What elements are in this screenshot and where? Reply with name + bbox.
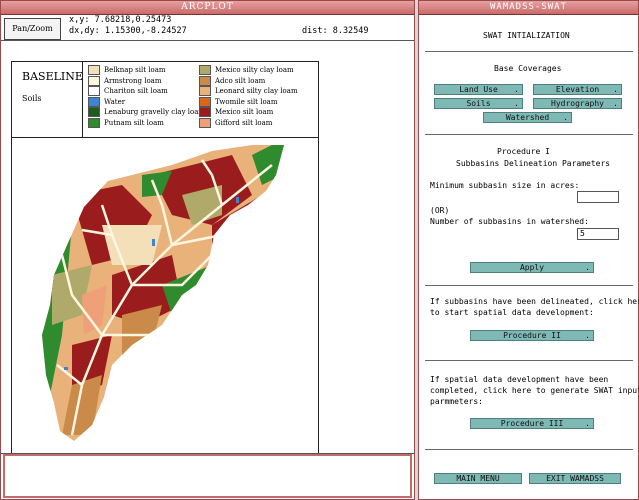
land-use-button[interactable]: Land Use. bbox=[434, 84, 523, 95]
legend-item-label: Mexico silty clay loam bbox=[215, 66, 294, 74]
legend-item: Adco silt loam bbox=[199, 75, 266, 86]
procedure-2-text-1: If subbasins have been delineated, click… bbox=[430, 297, 639, 306]
legend-item: Mexico silty clay loam bbox=[199, 65, 294, 75]
legend-item-label: Adco silt loam bbox=[215, 76, 266, 85]
legend-item-label: Lenaburg gravelly clay loam bbox=[104, 108, 206, 116]
procedure-3-button-label: Procedure III bbox=[500, 419, 564, 428]
legend-item-label: Chariton silt loam bbox=[104, 87, 168, 95]
arcplot-window: ARCPLOT Pan/Zoom x,y: 7.68218,0.25473 dx… bbox=[0, 0, 415, 500]
exit-wamadss-button-label: EXIT WAMADSS bbox=[546, 474, 604, 483]
legend-item-label: Belknap silt loam bbox=[104, 66, 166, 74]
legend-swatch bbox=[88, 65, 100, 75]
divider-4 bbox=[425, 360, 633, 361]
legend-item-label: Gifford silt loam bbox=[215, 118, 273, 127]
soil-polygons bbox=[42, 145, 284, 441]
legend-item-label: Water bbox=[104, 97, 126, 106]
procedure-2-button[interactable]: Procedure II. bbox=[470, 330, 594, 341]
coordinate-readout: x,y: 7.68218,0.25473 dx,dy: 1.15300,-8.2… bbox=[69, 15, 187, 37]
wamadss-titlebar[interactable]: WAMADSS-SWAT bbox=[419, 1, 638, 15]
procedure-3-text-1: If spatial data development have been bbox=[430, 375, 609, 384]
exit-wamadss-button[interactable]: EXIT WAMADSS bbox=[529, 473, 621, 484]
legend-swatch bbox=[199, 75, 211, 86]
soils-legend: BASELINE Soils Belknap silt loam Armstron… bbox=[11, 61, 319, 138]
legend-item: Gifford silt loam bbox=[199, 117, 273, 128]
legend-swatch bbox=[199, 96, 211, 107]
procedure-1-subtitle: Subbasins Delineation Parameters bbox=[456, 159, 611, 168]
elevation-button[interactable]: Elevation. bbox=[533, 84, 622, 95]
legend-item-label: Leonard silty clay loam bbox=[215, 87, 298, 95]
legend-item: Lenaburg gravelly clay loam bbox=[88, 107, 205, 117]
legend-title: BASELINE bbox=[22, 70, 83, 83]
map-frame[interactable] bbox=[11, 135, 319, 453]
legend-swatch bbox=[88, 117, 100, 128]
divider-2 bbox=[425, 134, 633, 135]
swat-init-heading: SWAT INTIALIZATION bbox=[483, 31, 570, 40]
xy-readout: x,y: 7.68218,0.25473 bbox=[69, 15, 172, 25]
land-use-button-label: Land Use bbox=[459, 85, 498, 94]
main-menu-button[interactable]: MAIN MENU bbox=[434, 473, 522, 484]
arcplot-titlebar[interactable]: ARCPLOT bbox=[1, 1, 414, 15]
watershed-button[interactable]: Watershed. bbox=[483, 112, 572, 123]
or-label: (OR) bbox=[430, 206, 450, 215]
soils-button[interactable]: Soils. bbox=[434, 98, 523, 109]
divider-5 bbox=[425, 449, 633, 450]
num-subbasins-input[interactable]: 5 bbox=[577, 228, 619, 240]
legend-item: Armstrong loam bbox=[88, 75, 162, 86]
procedure-2-text-2: to start spatial data development: bbox=[430, 308, 594, 317]
watershed-button-label: Watershed bbox=[505, 113, 550, 122]
watershed-soils-map[interactable] bbox=[12, 135, 318, 453]
pan-zoom-button[interactable]: Pan/Zoom bbox=[4, 18, 61, 40]
legend-swatch bbox=[199, 117, 211, 128]
legend-divider bbox=[82, 62, 83, 137]
hydrography-button-label: Hydrography bbox=[551, 99, 604, 108]
distance-readout: dist: 8.32549 bbox=[302, 26, 369, 36]
num-subbasins-label: Number of subbasins in watershed: bbox=[430, 217, 589, 226]
legend-item: Leonard silty clay loam bbox=[199, 86, 298, 96]
base-coverages-label: Base Coverages bbox=[494, 64, 562, 73]
procedure-3-text-3: parmmeters: bbox=[430, 397, 483, 406]
legend-swatch bbox=[199, 65, 211, 75]
apply-button-label: Apply bbox=[519, 263, 545, 272]
command-area[interactable] bbox=[3, 454, 412, 498]
divider-3 bbox=[425, 285, 633, 286]
min-subbasin-size-input[interactable] bbox=[577, 191, 619, 203]
legend-item-label: Mexico silt loam bbox=[215, 108, 274, 116]
dxdy-readout: dx,dy: 1.15300,-8.24527 bbox=[69, 26, 187, 36]
legend-subtitle: Soils bbox=[22, 94, 42, 103]
main-menu-button-label: MAIN MENU bbox=[456, 474, 500, 483]
legend-swatch bbox=[199, 86, 211, 96]
procedure-2-button-label: Procedure II bbox=[503, 331, 561, 340]
legend-swatch bbox=[88, 86, 100, 96]
legend-item: Twomile silt loam bbox=[199, 96, 278, 107]
legend-swatch bbox=[88, 107, 100, 117]
legend-item-label: Putnam silt loam bbox=[104, 118, 164, 127]
header-divider bbox=[1, 40, 414, 41]
legend-item: Chariton silt loam bbox=[88, 86, 168, 96]
elevation-button-label: Elevation bbox=[555, 85, 600, 94]
legend-item: Belknap silt loam bbox=[88, 65, 166, 75]
legend-item: Water bbox=[88, 96, 126, 107]
legend-item: Mexico silt loam bbox=[199, 107, 273, 117]
procedure-1-title: Procedure I bbox=[497, 147, 550, 156]
legend-item: Putnam silt loam bbox=[88, 117, 164, 128]
divider-1 bbox=[425, 51, 633, 52]
min-subbasin-size-label: Minimum subbasin size in acres: bbox=[430, 181, 580, 190]
legend-swatch bbox=[199, 107, 211, 117]
legend-item-label: Twomile silt loam bbox=[215, 97, 278, 106]
legend-swatch bbox=[88, 96, 100, 107]
apply-button[interactable]: Apply. bbox=[470, 262, 594, 273]
procedure-3-button[interactable]: Procedure III. bbox=[470, 418, 594, 429]
soils-button-label: Soils bbox=[466, 99, 491, 108]
legend-item-label: Armstrong loam bbox=[104, 76, 162, 85]
procedure-3-text-2: completed, click here to generate SWAT i… bbox=[430, 386, 639, 395]
legend-swatch bbox=[88, 75, 100, 86]
hydrography-button[interactable]: Hydrography. bbox=[533, 98, 622, 109]
wamadss-swat-window: WAMADSS-SWAT SWAT INTIALIZATION Base Cov… bbox=[418, 0, 639, 500]
